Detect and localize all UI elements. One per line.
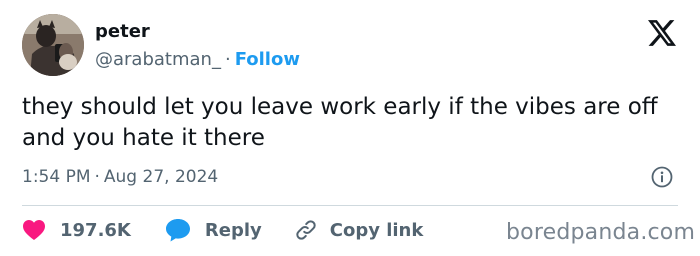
avatar-photo [22, 14, 84, 76]
divider [22, 205, 678, 206]
reply-button[interactable]: Reply [165, 218, 262, 242]
copy-link-label: Copy link [329, 219, 424, 241]
author-name[interactable]: peter [95, 20, 150, 44]
link-icon [296, 220, 316, 240]
heart-icon [23, 220, 45, 240]
info-icon[interactable] [651, 166, 673, 188]
tweet-time: 1:54 PM [22, 167, 91, 187]
tweet-date: Aug 27, 2024 [103, 167, 219, 187]
time-separator: · [94, 167, 100, 187]
copy-link-button[interactable]: Copy link [294, 218, 424, 242]
tweet-text: they should let you leave work early if … [22, 94, 658, 151]
handle-separator: · [224, 49, 231, 70]
reply-bubble-icon [165, 219, 190, 242]
author-handle[interactable]: @arabatman_ [95, 49, 221, 70]
watermark: boredpanda.com [506, 220, 696, 245]
author-handle-row: @arabatman_ · Follow [95, 48, 300, 72]
reply-label: Reply [204, 219, 262, 241]
follow-button[interactable]: Follow [235, 49, 300, 70]
like-button[interactable]: 197.6K [22, 219, 131, 241]
action-bar: 197.6K Reply Copy link [22, 216, 423, 244]
tweet-timestamp[interactable]: 1:54 PM · Aug 27, 2024 [22, 166, 218, 188]
likes-count: 197.6K [60, 219, 131, 241]
x-logo-icon[interactable] [648, 20, 676, 46]
avatar[interactable] [22, 14, 84, 76]
